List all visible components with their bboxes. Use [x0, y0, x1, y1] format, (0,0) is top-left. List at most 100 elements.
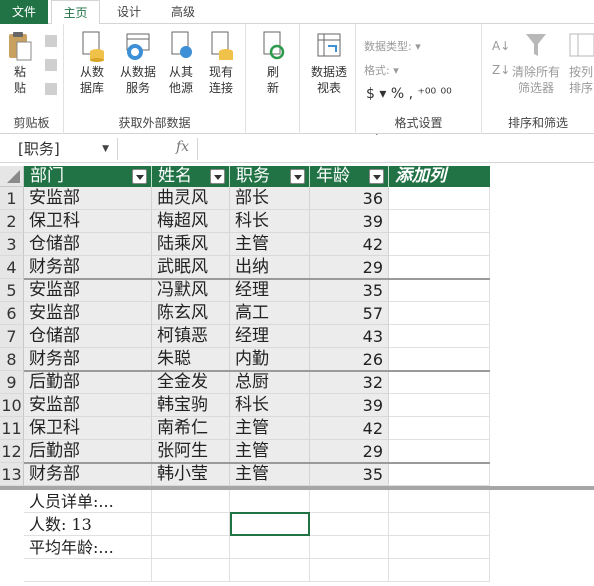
- sort-ascending-icon[interactable]: A↓: [492, 36, 508, 54]
- tab-advanced[interactable]: 高级: [161, 0, 205, 24]
- row-number[interactable]: 11: [0, 417, 24, 440]
- calc-cell[interactable]: [310, 490, 389, 513]
- pivot-table-button[interactable]: 数据透 视表: [306, 30, 352, 96]
- cell-title[interactable]: 主管: [230, 463, 310, 486]
- cell-age[interactable]: 39: [310, 394, 389, 417]
- name-box[interactable]: [职务] ▼: [0, 138, 118, 160]
- cell-age[interactable]: 26: [310, 348, 389, 371]
- cell-add-column[interactable]: [389, 279, 490, 302]
- from-other-sources-button[interactable]: 从其 他源: [164, 30, 198, 96]
- cell-add-column[interactable]: [389, 348, 490, 371]
- cell-dept[interactable]: 安监部: [24, 187, 152, 210]
- cell-add-column[interactable]: [389, 325, 490, 348]
- column-header-age[interactable]: 年龄: [310, 166, 389, 187]
- cell-add-column[interactable]: [389, 187, 490, 210]
- cell-title[interactable]: 科长: [230, 394, 310, 417]
- row-number[interactable]: 10: [0, 394, 24, 417]
- from-data-service-button[interactable]: 从数据 服务: [116, 30, 160, 96]
- row-number[interactable]: 4: [0, 256, 24, 279]
- tab-home[interactable]: 主页: [51, 0, 100, 25]
- cell-dept[interactable]: 财务部: [24, 348, 152, 371]
- calc-cell[interactable]: [389, 513, 490, 536]
- cell-dept[interactable]: 安监部: [24, 394, 152, 417]
- clear-filters-button[interactable]: 清除所有 筛选器: [510, 30, 562, 96]
- cell-title[interactable]: 经理: [230, 325, 310, 348]
- row-number[interactable]: 12: [0, 440, 24, 463]
- cell-name[interactable]: 曲灵风: [152, 187, 230, 210]
- cell-age[interactable]: 32: [310, 371, 389, 394]
- cell-title[interactable]: 出纳: [230, 256, 310, 279]
- filter-dropdown-icon[interactable]: [290, 169, 305, 184]
- cell-dept[interactable]: 保卫科: [24, 417, 152, 440]
- row-number[interactable]: 1: [0, 187, 24, 210]
- row-number[interactable]: 6: [0, 302, 24, 325]
- cell-title[interactable]: 经理: [230, 279, 310, 302]
- cell-dept[interactable]: 财务部: [24, 463, 152, 486]
- cell-dept[interactable]: 仓储部: [24, 325, 152, 348]
- cell-add-column[interactable]: [389, 302, 490, 325]
- cell-age[interactable]: 35: [310, 463, 389, 486]
- cell-add-column[interactable]: [389, 233, 490, 256]
- cell-dept[interactable]: 仓储部: [24, 233, 152, 256]
- cell-name[interactable]: 陆乘风: [152, 233, 230, 256]
- calc-cell[interactable]: [389, 490, 490, 513]
- selected-cell[interactable]: [230, 512, 310, 536]
- cell-add-column[interactable]: [389, 463, 490, 486]
- row-number[interactable]: 3: [0, 233, 24, 256]
- cell-age[interactable]: 42: [310, 233, 389, 256]
- cell-dept[interactable]: 后勤部: [24, 440, 152, 463]
- row-number[interactable]: 8: [0, 348, 24, 371]
- cell-age[interactable]: 43: [310, 325, 389, 348]
- tab-design[interactable]: 设计: [107, 0, 151, 24]
- data-type-dropdown[interactable]: 数据类型: ▾: [364, 38, 421, 54]
- add-column-header[interactable]: 添加列: [389, 166, 490, 187]
- cell-name[interactable]: 朱聪: [152, 348, 230, 371]
- cell-name[interactable]: 柯镇恶: [152, 325, 230, 348]
- cell-title[interactable]: 主管: [230, 233, 310, 256]
- cell-title[interactable]: 高工: [230, 302, 310, 325]
- name-box-dropdown-icon[interactable]: ▼: [102, 138, 109, 160]
- cell-name[interactable]: 武眠风: [152, 256, 230, 279]
- cell-age[interactable]: 29: [310, 440, 389, 463]
- cell-title[interactable]: 主管: [230, 417, 310, 440]
- cell-add-column[interactable]: [389, 417, 490, 440]
- format-dropdown[interactable]: 格式: ▾: [364, 62, 399, 78]
- cell-name[interactable]: 冯默风: [152, 279, 230, 302]
- calc-cell[interactable]: [152, 536, 230, 559]
- cell-age[interactable]: 57: [310, 302, 389, 325]
- cell-name[interactable]: 韩宝驹: [152, 394, 230, 417]
- filter-dropdown-icon[interactable]: [210, 169, 225, 184]
- calc-cell[interactable]: [24, 559, 152, 582]
- cell-title[interactable]: 内勤: [230, 348, 310, 371]
- column-header-title[interactable]: 职务: [230, 166, 310, 187]
- cell-dept[interactable]: 保卫科: [24, 210, 152, 233]
- row-number[interactable]: 5: [0, 279, 24, 302]
- cell-title[interactable]: 总厨: [230, 371, 310, 394]
- calc-cell[interactable]: [310, 513, 389, 536]
- cell-dept[interactable]: 安监部: [24, 279, 152, 302]
- calc-cell[interactable]: [389, 536, 490, 559]
- row-number[interactable]: 2: [0, 210, 24, 233]
- filter-dropdown-icon[interactable]: [132, 169, 147, 184]
- cell-add-column[interactable]: [389, 210, 490, 233]
- cell-add-column[interactable]: [389, 371, 490, 394]
- cell-title[interactable]: 部长: [230, 187, 310, 210]
- fx-icon[interactable]: fx: [176, 139, 189, 155]
- calc-cell[interactable]: [389, 559, 490, 582]
- calc-cell[interactable]: [230, 559, 310, 582]
- refresh-button[interactable]: 刷 新: [256, 30, 290, 96]
- cell-dept[interactable]: 后勤部: [24, 371, 152, 394]
- column-header-dept[interactable]: 部门: [24, 166, 152, 187]
- cell-title[interactable]: 科长: [230, 210, 310, 233]
- select-all-corner[interactable]: [0, 166, 24, 187]
- cell-age[interactable]: 35: [310, 279, 389, 302]
- cell-name[interactable]: 韩小莹: [152, 463, 230, 486]
- cell-name[interactable]: 张阿生: [152, 440, 230, 463]
- cell-dept[interactable]: 安监部: [24, 302, 152, 325]
- paste-button[interactable]: 粘 贴: [4, 30, 36, 96]
- column-header-name[interactable]: 姓名: [152, 166, 230, 187]
- cell-age[interactable]: 29: [310, 256, 389, 279]
- calc-measure-count[interactable]: 人数: 13: [24, 513, 92, 536]
- cell-add-column[interactable]: [389, 440, 490, 463]
- calc-measure-avg-age[interactable]: 平均年龄:...: [24, 536, 114, 559]
